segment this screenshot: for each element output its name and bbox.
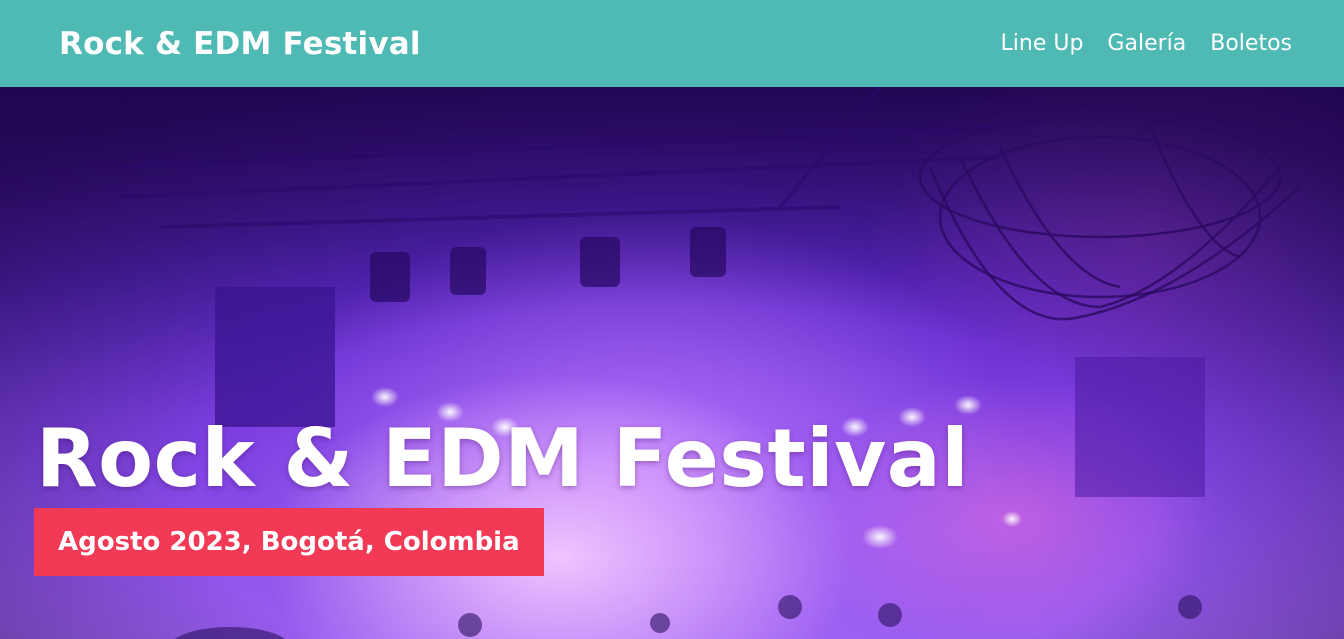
nav-link-boletos[interactable]: Boletos [1210,31,1292,56]
nav-link-lineup[interactable]: Line Up [1001,31,1084,56]
hero-title: Rock & EDM Festival [36,412,970,505]
main-nav: Line Up Galería Boletos [1001,31,1293,56]
site-logo-link[interactable]: Rock & EDM Festival [59,26,421,62]
hero-banner: Rock & EDM Festival Agosto 2023, Bogotá,… [0,87,1344,639]
site-header: Rock & EDM Festival Line Up Galería Bole… [0,0,1344,87]
nav-link-galeria[interactable]: Galería [1107,31,1186,56]
event-date-badge: Agosto 2023, Bogotá, Colombia [34,508,544,576]
